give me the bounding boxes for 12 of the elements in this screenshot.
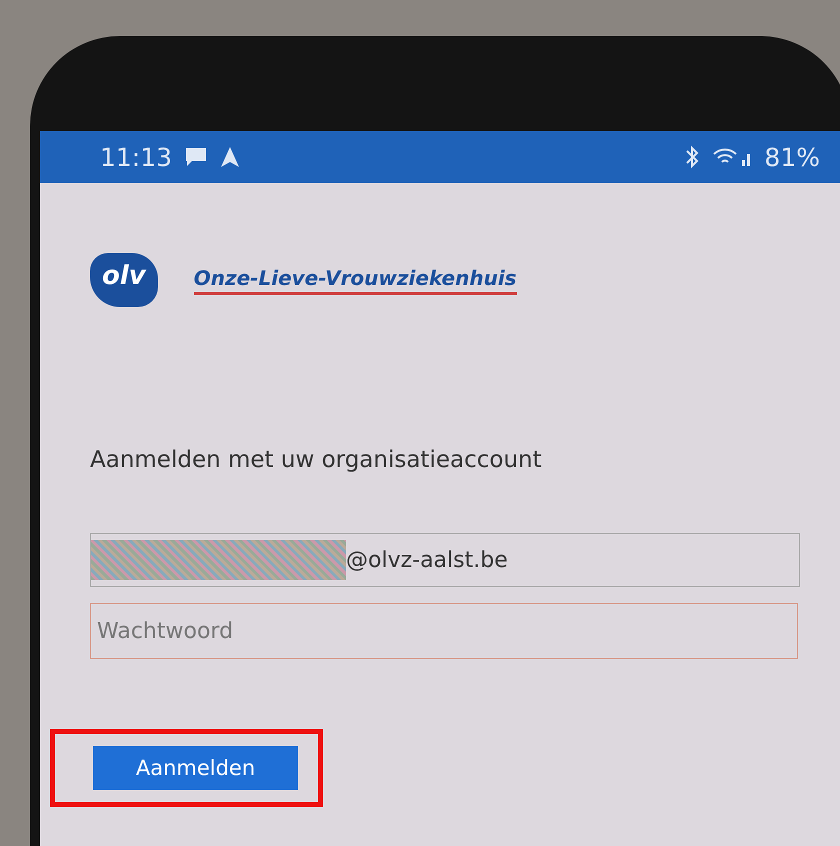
- email-field[interactable]: @olvz-aalst.be: [90, 533, 800, 587]
- sign-in-button[interactable]: Aanmelden: [93, 746, 298, 790]
- navigation-arrow-icon: [220, 146, 240, 168]
- bluetooth-icon: [684, 145, 700, 169]
- status-time: 11:13: [100, 142, 172, 172]
- sign-in-heading: Aanmelden met uw organisatieaccount: [90, 447, 543, 473]
- message-icon: [184, 146, 208, 168]
- wifi-signal-icon: [712, 146, 752, 168]
- battery-percentage: 81%: [764, 142, 820, 172]
- organization-name: Onze-Lieve-Vrouwziekenhuis: [194, 266, 517, 294]
- password-field[interactable]: Wachtwoord: [90, 603, 798, 659]
- logo-mark: olv: [90, 253, 158, 307]
